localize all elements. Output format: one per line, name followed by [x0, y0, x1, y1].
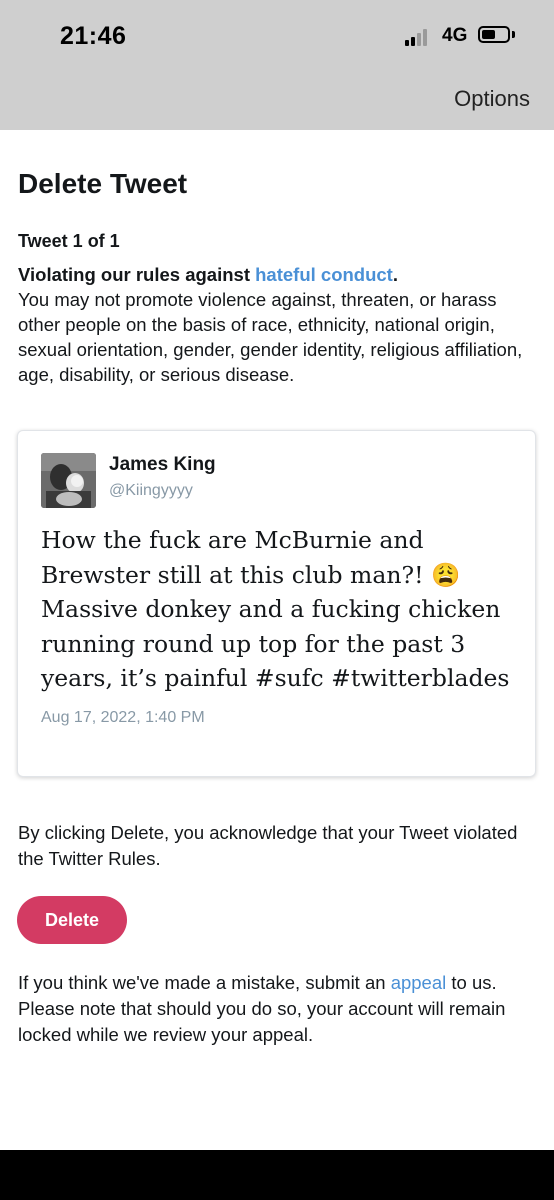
violation-suffix: . — [392, 264, 398, 285]
tweet-date: Aug 17, 2022, 1:40 PM — [41, 709, 205, 726]
hateful-conduct-link[interactable]: hateful conduct — [255, 264, 393, 285]
appeal-link[interactable]: appeal — [391, 972, 447, 993]
network-type: 4G — [442, 25, 468, 46]
delete-button[interactable]: Delete — [17, 896, 127, 944]
author-name: James King — [109, 454, 216, 475]
battery-cap — [512, 31, 515, 38]
violation-description: You may not promote violence against, th… — [18, 289, 523, 385]
violation-notice: Violating our rules against hateful cond… — [18, 262, 543, 387]
signal-icon — [405, 28, 433, 46]
tweet-card: James King @Kiingyyyy How the fuck are M… — [17, 430, 536, 777]
bottom-bar — [0, 1150, 554, 1200]
tweet-count: Tweet 1 of 1 — [18, 231, 120, 251]
battery-icon — [478, 26, 510, 43]
violation-prefix: Violating our rules against — [18, 264, 256, 285]
avatar — [41, 453, 96, 508]
appeal-prefix: If you think we've made a mistake, submi… — [18, 972, 391, 993]
page-title: Delete Tweet — [18, 168, 188, 199]
top-bar: 21:46 4G Options — [0, 0, 554, 130]
violation-headline: Violating our rules against hateful cond… — [18, 262, 543, 287]
tweet-text: How the fuck are McBurnie and Brewster s… — [41, 526, 510, 692]
appeal-notice: If you think we've made a mistake, submi… — [18, 970, 538, 1048]
acknowledgement-text: By clicking Delete, you acknowledge that… — [18, 822, 518, 869]
status-time: 21:46 — [60, 22, 127, 50]
options-button[interactable]: Options — [454, 86, 530, 112]
author-handle: @Kiingyyyy — [109, 482, 193, 499]
